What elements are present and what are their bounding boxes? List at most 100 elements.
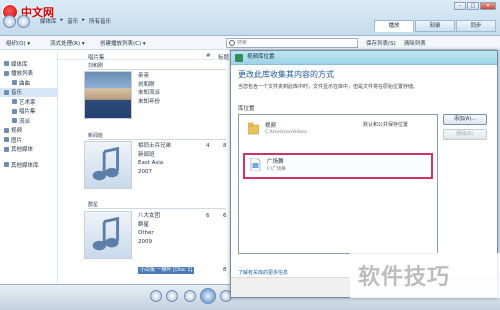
library-icon: [4, 61, 9, 67]
group-header-label: 群星: [88, 202, 99, 208]
column-headers: 唱片集 # 标题: [58, 51, 230, 61]
minimize-button[interactable]: –: [454, 2, 466, 10]
nav-item-playlist-song[interactable]: 曲曲: [0, 78, 57, 88]
nav-item-videos[interactable]: 视频: [0, 126, 57, 136]
column-album[interactable]: 唱片集: [88, 53, 105, 61]
nav-item-label: 播放列表: [11, 71, 34, 78]
breadcrumb-separator: ▸: [60, 17, 64, 23]
tab-burn[interactable]: 刻录: [415, 20, 455, 32]
album-icon: [12, 108, 17, 114]
group-header: 刘和刚: [88, 62, 226, 70]
album-year: 未知年份: [138, 98, 161, 105]
album-year: 2007: [138, 168, 152, 175]
track-number: 4: [206, 143, 210, 149]
tab-play[interactable]: 播放: [374, 20, 414, 32]
other-libraries-icon: [4, 162, 9, 168]
library-locations-label: 库位置: [238, 106, 255, 112]
nav-item-label: 艺术家: [19, 99, 36, 106]
default-save-location-label: 默认和公共保存位置: [363, 122, 409, 128]
create-playlist-menu[interactable]: 创建播放列表(C) ▾: [100, 39, 146, 47]
location-name: 广场舞: [267, 159, 284, 165]
dialog-title: 视频库位置: [247, 54, 275, 60]
album-art-placeholder[interactable]: [84, 211, 132, 259]
nav-item-music[interactable]: 音乐: [0, 87, 57, 97]
selected-track-row[interactable]: 小白兔 一棵叶 [Disc 1]: [138, 267, 195, 274]
album-genre: East Asia: [138, 160, 164, 166]
stream-menu[interactable]: 流式处理(R) ▾: [50, 39, 85, 47]
folder-icon: [248, 122, 259, 135]
album-artist: 新闻班: [138, 151, 155, 158]
genre-icon: [12, 118, 17, 124]
breadcrumb-library[interactable]: 媒体库: [40, 17, 57, 25]
group-header-label: 刘和刚: [88, 63, 104, 69]
list-tools: 保存列表(S) 清除列表: [366, 39, 426, 47]
title-bar: 中文网 媒体库 ▸ 音乐 ▸ 所有音乐 – □ ✕ 播放 刻录 同步: [0, 0, 500, 36]
location-item[interactable]: 视频 C:\Users\xx\Videos 默认和公共保存位置: [243, 119, 433, 141]
breadcrumb: 媒体库 ▸ 音乐 ▸ 所有音乐: [40, 17, 111, 25]
album-meta: 相同士兵兄弟 新闻班 East Asia 2007: [138, 142, 171, 176]
forward-button[interactable]: [17, 15, 30, 28]
column-number[interactable]: #: [206, 53, 211, 59]
nav-item-album[interactable]: 唱片集: [0, 107, 57, 117]
stop-button[interactable]: [184, 290, 196, 302]
nav-item-label: 音乐: [11, 90, 23, 97]
nav-item-playlists[interactable]: 播放列表: [0, 69, 57, 79]
site-watermark-overlay: 软件技巧: [350, 253, 500, 298]
music-note-icon: [92, 146, 120, 181]
nav-item-label: 媒体库: [11, 61, 28, 68]
music-list: 唱片集 # 标题 刘和刚 亲亲 刘和刚 未知流派 未知年份 新闻班 相同士兵兄弟…: [58, 51, 230, 284]
artist-icon: [12, 99, 17, 105]
nav-item-artist[interactable]: 艺术家: [0, 97, 57, 107]
nav-item-label: 唱片集: [19, 109, 36, 116]
track-number-right: 8: [223, 267, 227, 273]
clear-list-button[interactable]: 清除列表: [404, 39, 426, 47]
nav-item-library[interactable]: 媒体库: [0, 59, 57, 69]
nav-item-other-media[interactable]: 其他媒体: [0, 145, 57, 155]
nav-item-label: 流派: [19, 118, 31, 125]
dialog-heading: 更改此库收集其内容的方式: [238, 70, 334, 79]
album-art-placeholder[interactable]: [84, 141, 132, 189]
album-genre: 未知流派: [138, 90, 161, 96]
other-media-icon: [4, 146, 9, 152]
location-item-highlighted[interactable]: 广场舞 F:\广场舞: [243, 153, 433, 179]
nav-item-label: 图片: [11, 137, 23, 144]
breadcrumb-all-music[interactable]: 所有音乐: [89, 17, 111, 25]
location-name: 视频: [265, 123, 277, 129]
nav-item-other-libraries[interactable]: 其他媒体库: [0, 160, 57, 170]
breadcrumb-music[interactable]: 音乐: [67, 17, 78, 25]
save-list-button[interactable]: 保存列表(S): [366, 39, 396, 47]
group-header: 群星: [88, 201, 226, 209]
nav-item-genre[interactable]: 流派: [0, 116, 57, 126]
track-number: 6: [206, 213, 210, 219]
group-header-label: 新闻班: [88, 133, 104, 139]
search-icon: [229, 40, 235, 46]
nav-item-pictures[interactable]: 图片: [0, 135, 57, 145]
library-nav: 媒体库 播放列表 曲曲 音乐 艺术家 唱片集 流派 视频 图片 其他媒体 其他媒…: [0, 51, 58, 284]
add-location-button[interactable]: 添加(A)...: [443, 114, 487, 125]
location-list[interactable]: 视频 C:\Users\xx\Videos 默认和公共保存位置 广场舞 F:\广…: [238, 114, 438, 254]
track-number-right: 8: [223, 143, 227, 149]
library-icon: [235, 54, 243, 62]
shuffle-button[interactable]: [150, 290, 162, 302]
nav-item-label: 其他媒体: [11, 147, 34, 154]
search-input[interactable]: 搜索: [226, 38, 358, 48]
album-genre: Other: [138, 230, 154, 236]
album-meta: 亲亲 刘和刚 未知流派 未知年份: [138, 72, 160, 106]
album-title: 八大女团: [138, 213, 161, 219]
organize-menu[interactable]: 组织(O) ▾: [6, 39, 30, 47]
back-button[interactable]: [3, 15, 16, 28]
column-title[interactable]: 标题: [218, 53, 229, 61]
nav-item-label: 曲曲: [19, 80, 31, 87]
remove-location-button[interactable]: 删除(R): [443, 129, 487, 140]
learn-more-link[interactable]: 了解有关库的更多信息: [238, 269, 288, 276]
album-title: 亲亲: [138, 73, 150, 79]
close-button[interactable]: ✕: [480, 2, 496, 10]
play-button[interactable]: [200, 288, 216, 304]
repeat-button[interactable]: [166, 290, 178, 302]
album-art-photo[interactable]: [84, 71, 132, 119]
music-icon: [4, 89, 9, 95]
album-title: 相同士兵兄弟: [138, 143, 172, 149]
tab-sync[interactable]: 同步: [456, 20, 496, 32]
maximize-button[interactable]: □: [467, 2, 479, 10]
location-path: C:\Users\xx\Videos: [265, 130, 308, 135]
